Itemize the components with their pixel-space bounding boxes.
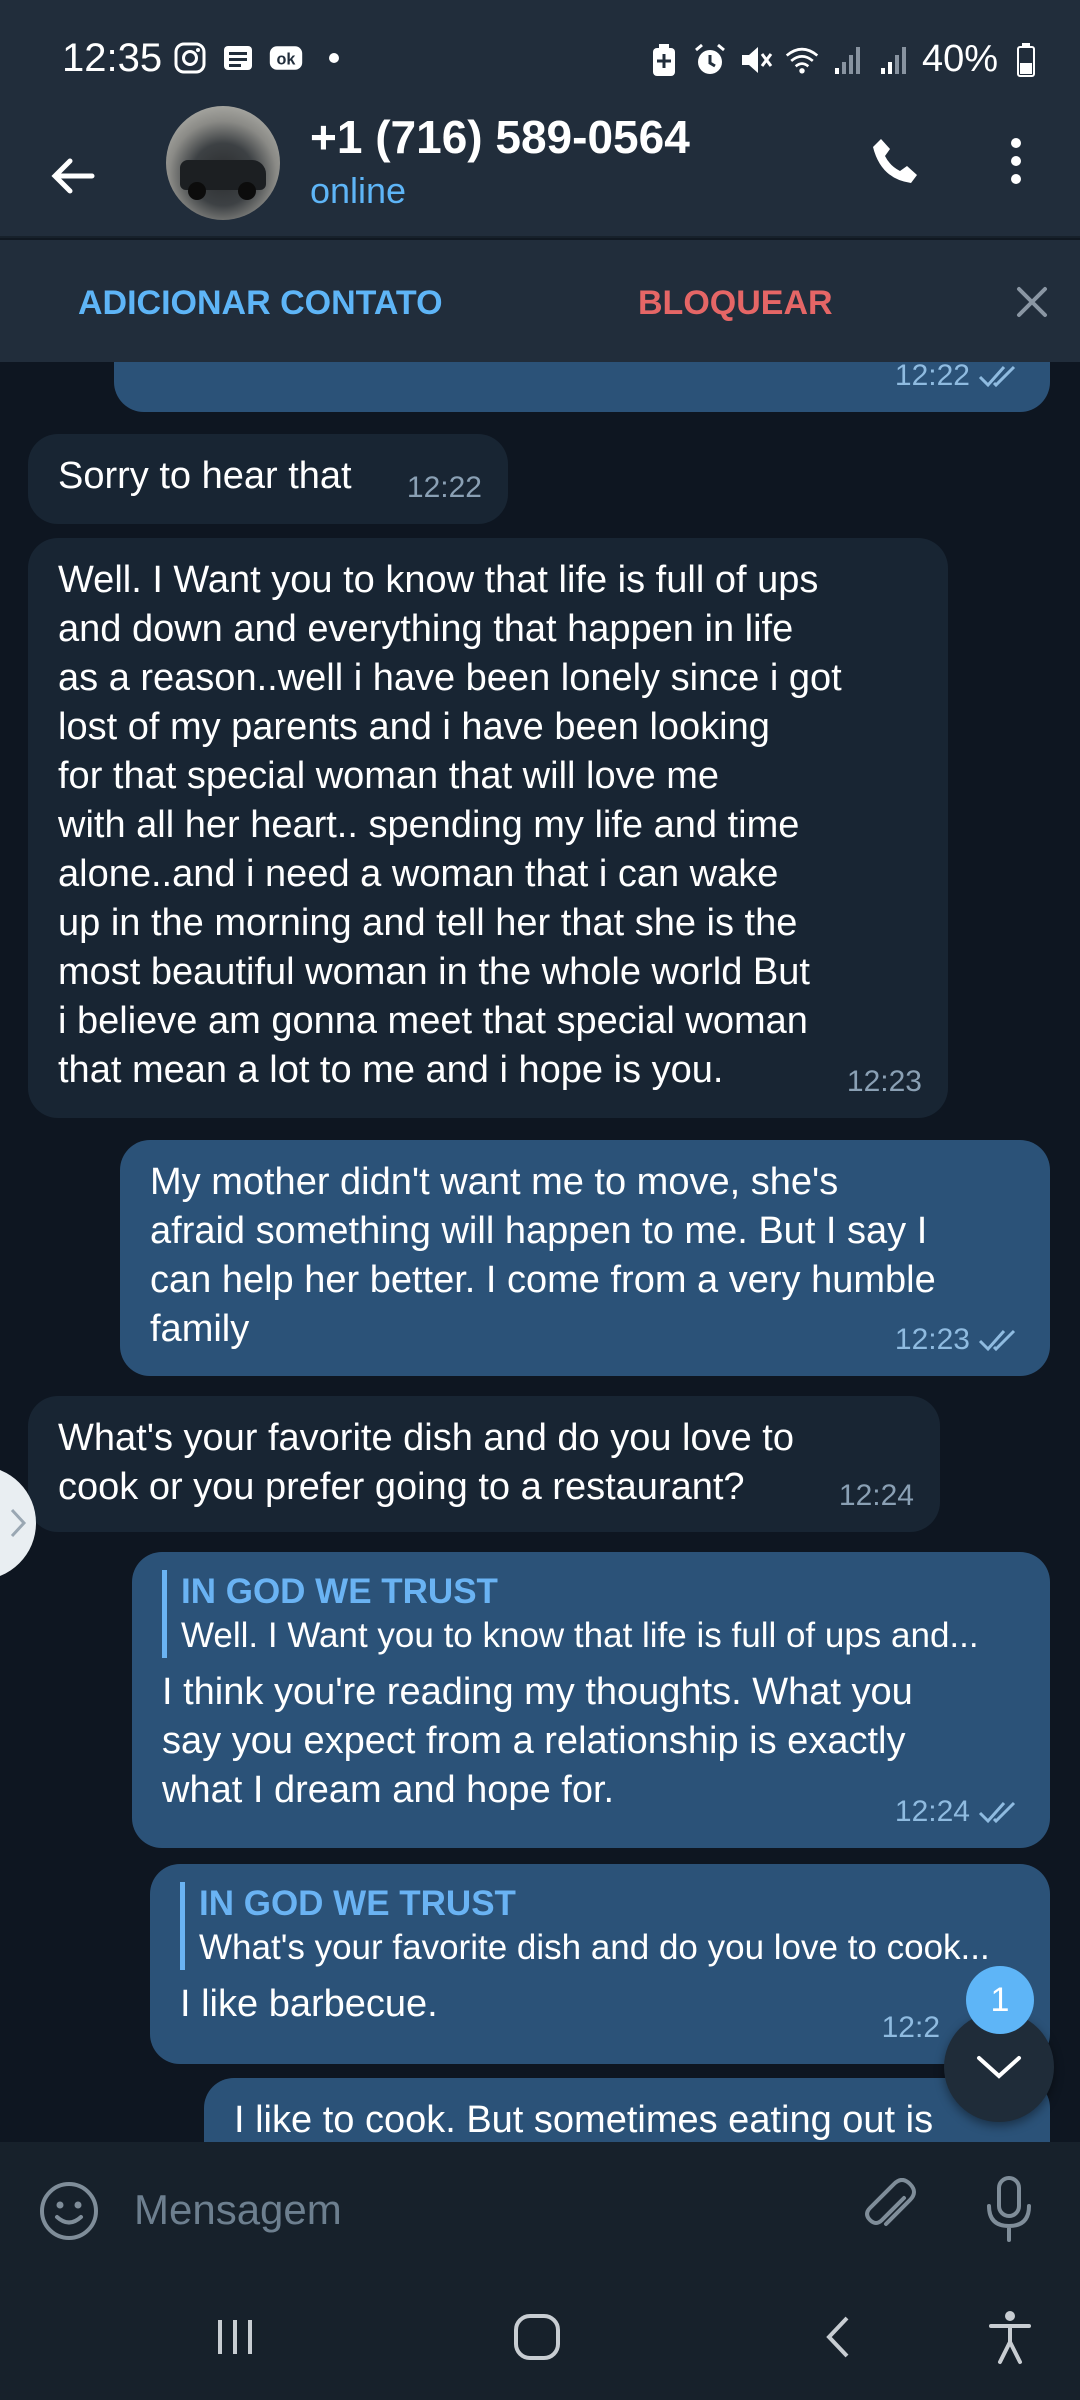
call-button[interactable] [860, 126, 930, 196]
notification-icons: ok [172, 40, 352, 76]
recent-apps-button[interactable] [200, 2302, 270, 2372]
message-meta: 12:2 [882, 2003, 940, 2052]
back-button[interactable] [40, 138, 106, 214]
reply-quote[interactable]: IN GOD WE TRUST What's your favorite dis… [180, 1882, 1020, 1970]
battery-icon [1008, 42, 1044, 78]
message-time: 12:2 [881, 2011, 940, 2044]
battery-saver-icon [646, 42, 682, 78]
microphone-button[interactable] [976, 2172, 1042, 2246]
double-check-icon [978, 1329, 1016, 1351]
emoji-icon [40, 2182, 98, 2240]
quote-text: What's your favorite dish and do you lov… [199, 1928, 990, 1967]
more-options-button[interactable] [990, 126, 1042, 196]
message-time: 12:23 [894, 1323, 970, 1356]
quote-author: IN GOD WE TRUST [199, 1884, 516, 1923]
close-icon [1017, 287, 1047, 317]
wifi-icon [784, 42, 820, 78]
message-time: 12:22 [894, 362, 970, 392]
message-time: 12:24 [894, 1795, 970, 1828]
message-list[interactable]: 12:22 Sorry to hear that 12:22 Well. I W… [0, 362, 1080, 2142]
system-nav-bar [0, 2272, 1080, 2400]
close-bar-button[interactable] [1004, 274, 1060, 330]
car-wheel [188, 182, 206, 200]
quote-author: IN GOD WE TRUST [181, 1572, 498, 1611]
message-meta: 12:22 [407, 463, 482, 512]
message-input[interactable] [132, 2176, 836, 2244]
signal-icon [876, 42, 912, 78]
accessibility-button[interactable] [975, 2302, 1045, 2372]
message-time: 12:22 [406, 471, 482, 504]
message-text: I like to cook. But sometimes eating out… [234, 2099, 934, 2141]
add-contact-button[interactable]: ADICIONAR CONTATO [78, 284, 443, 323]
chevron-down-icon [977, 2056, 1021, 2079]
battery-percent: 40% [921, 38, 998, 80]
message-bubble-incoming[interactable]: Sorry to hear that 12:22 [28, 434, 508, 524]
avatar[interactable] [166, 106, 280, 220]
unknown-contact-bar: ADICIONAR CONTATO BLOQUEAR [0, 238, 1080, 364]
instagram-icon [172, 40, 208, 76]
message-time: 12:23 [846, 1065, 922, 1098]
attach-button[interactable] [858, 2176, 924, 2242]
message-bubble-incoming[interactable]: Well. I Want you to know that life is fu… [28, 538, 948, 1118]
accessibility-icon [989, 2311, 1031, 2364]
message-text: Well. I Want you to know that life is fu… [58, 559, 842, 1091]
double-check-icon [978, 1801, 1016, 1823]
contact-name[interactable]: +1 (716) 589-0564 [310, 110, 690, 164]
mute-icon [738, 42, 774, 78]
message-meta: 12:23 [895, 1315, 1024, 1364]
news-icon [220, 40, 256, 76]
status-bar: 12:35 ok 40% [0, 0, 1080, 118]
quote-text: Well. I Want you to know that life is fu… [181, 1616, 979, 1655]
status-time: 12:35 [62, 36, 163, 80]
message-text: My mother didn't want me to move, she's … [150, 1161, 936, 1350]
message-meta: 12:24 [895, 1787, 1024, 1836]
message-bubble-outgoing[interactable]: I like to cook. But sometimes eating out… [204, 2078, 1050, 2142]
signal-icon [830, 42, 866, 78]
svg-text:ok: ok [277, 50, 297, 68]
arrow-left-icon [51, 158, 95, 194]
message-bubble-incoming[interactable]: What's your favorite dish and do you lov… [28, 1396, 940, 1532]
system-icons: 40% [646, 38, 1044, 81]
reply-quote[interactable]: IN GOD WE TRUST Well. I Want you to know… [162, 1570, 1020, 1658]
double-check-icon [978, 365, 1016, 387]
chevron-right-icon [10, 1508, 27, 1538]
message-meta: 12:24 [839, 1471, 914, 1520]
emoji-button[interactable] [36, 2178, 102, 2244]
phone-icon [873, 139, 917, 183]
car-wheel [238, 182, 256, 200]
contact-status: online [310, 170, 407, 211]
message-bubble-outgoing[interactable]: IN GOD WE TRUST Well. I Want you to know… [132, 1552, 1050, 1848]
message-meta: 12:22 [895, 362, 1024, 400]
back-nav-button[interactable] [804, 2302, 874, 2372]
recents-icon [218, 2320, 252, 2354]
ok-icon: ok [268, 40, 304, 76]
dot-icon [316, 40, 352, 76]
message-text: What's your favorite dish and do you lov… [58, 1417, 794, 1508]
microphone-icon [987, 2176, 1031, 2242]
unread-count-badge: 1 [966, 1966, 1034, 2034]
message-bubble-outgoing[interactable]: IN GOD WE TRUST What's your favorite dis… [150, 1864, 1050, 2064]
message-bubble-outgoing[interactable]: My mother didn't want me to move, she's … [120, 1140, 1050, 1376]
chevron-left-icon [826, 2316, 849, 2358]
message-meta: 12:23 [847, 1057, 922, 1106]
message-composer [0, 2142, 1080, 2272]
home-icon [514, 2314, 560, 2360]
message-time: 12:24 [838, 1479, 914, 1512]
more-vertical-icon [1011, 138, 1021, 184]
paperclip-icon [865, 2178, 916, 2226]
home-button[interactable] [502, 2302, 572, 2372]
block-button[interactable]: BLOQUEAR [638, 284, 833, 323]
alarm-icon [692, 42, 728, 78]
message-bubble-outgoing[interactable]: 12:22 [114, 362, 1050, 412]
message-text: I think you're reading my thoughts. What… [162, 1671, 913, 1811]
